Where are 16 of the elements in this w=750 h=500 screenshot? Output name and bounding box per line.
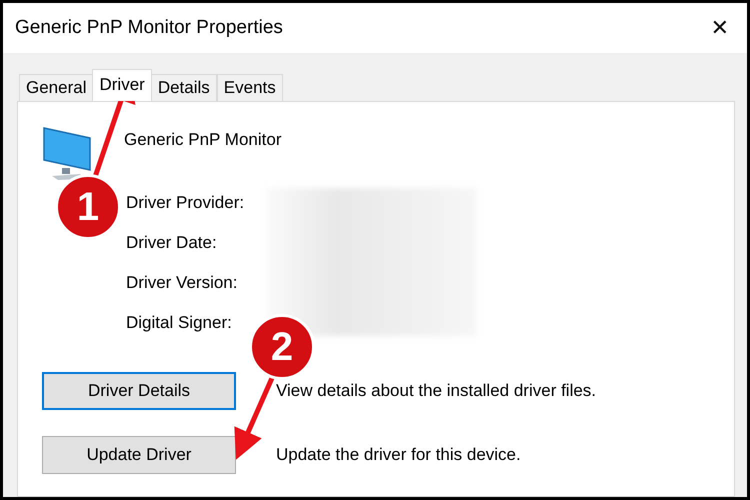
device-name: Generic PnP Monitor <box>124 130 282 150</box>
action-description: Update the driver for this device. <box>276 445 521 465</box>
field-label: Driver Version: <box>126 272 238 294</box>
field-label: Driver Provider: <box>126 192 244 214</box>
tab[interactable]: Details <box>150 74 217 101</box>
tab[interactable]: General <box>19 74 94 101</box>
close-button[interactable]: ✕ <box>702 16 737 40</box>
driver-button[interactable]: Driver Details <box>42 372 236 410</box>
window-title: Generic PnP Monitor Properties <box>15 17 283 39</box>
driver-button[interactable]: Update Driver <box>42 436 236 474</box>
field-label: Driver Date: <box>126 232 218 254</box>
tab[interactable]: Events <box>216 74 283 101</box>
tab[interactable]: Driver <box>92 69 152 101</box>
field-label: Digital Signer: <box>126 312 233 334</box>
monitor-icon <box>42 124 94 180</box>
action-description: View details about the installed driver files. <box>276 381 596 401</box>
